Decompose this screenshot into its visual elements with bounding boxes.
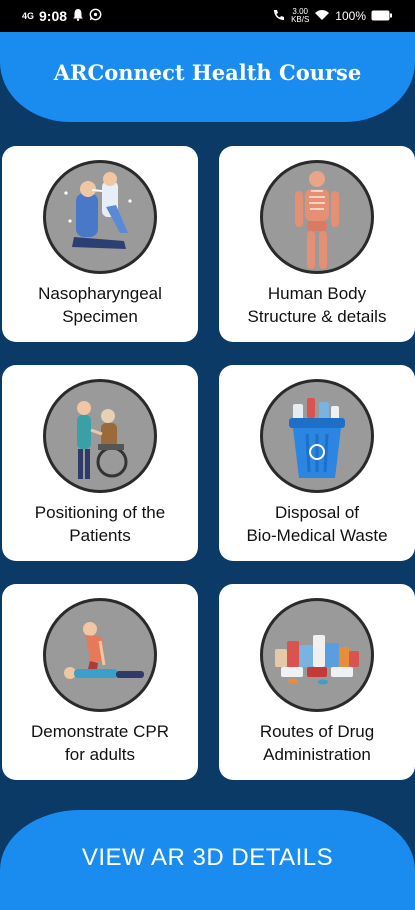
card-label-line1: Routes of Drug xyxy=(259,722,375,741)
skeleton-illustration-icon xyxy=(260,160,374,274)
course-card-cpr-adults[interactable]: Demonstrate CPR for adults xyxy=(2,584,198,780)
card-label-line2: Patients xyxy=(69,526,131,545)
patient-wheelchair-illustration-icon xyxy=(43,379,157,493)
course-card-nasopharyngeal-specimen[interactable]: Nasopharyngeal Specimen xyxy=(2,146,198,342)
course-card-routes-drug-administration[interactable]: Routes of Drug Administration xyxy=(219,584,415,780)
app-header: ARConnect Health Course xyxy=(0,32,415,122)
card-label: Demonstrate CPR for adults xyxy=(5,720,195,766)
card-label-line2: Bio-Medical Waste xyxy=(246,526,388,545)
card-label: Routes of Drug Administration xyxy=(222,720,412,766)
whatsapp-icon xyxy=(89,8,102,24)
card-label-line1: Demonstrate CPR xyxy=(31,722,169,741)
wifi-calling-icon xyxy=(272,8,286,24)
view-ar-3d-details-button[interactable]: VIEW AR 3D DETAILS xyxy=(0,810,415,910)
card-label-line2: for adults xyxy=(65,745,135,764)
card-label-line2: Structure & details xyxy=(247,307,387,326)
card-label-line2: Administration xyxy=(263,745,371,764)
network-speed-unit: KB/S xyxy=(291,15,310,24)
page-title: ARConnect Health Course xyxy=(53,59,362,85)
card-label-line1: Human Body xyxy=(267,284,367,303)
status-bar: 4G 9:08 3.00 KB/S 100% xyxy=(0,0,415,32)
card-label: Human Body Structure & details xyxy=(222,282,412,328)
card-label: Nasopharyngeal Specimen xyxy=(5,282,195,328)
card-label-line2: Specimen xyxy=(62,307,138,326)
card-label: Disposal of Bio-Medical Waste xyxy=(222,501,412,547)
card-label: Positioning of the Patients xyxy=(5,501,195,547)
course-card-biomedical-waste[interactable]: Disposal of Bio-Medical Waste xyxy=(219,365,415,561)
nasal-swab-illustration-icon xyxy=(43,160,157,274)
waste-bin-illustration-icon xyxy=(260,379,374,493)
cpr-illustration-icon xyxy=(43,598,157,712)
wifi-icon xyxy=(314,9,330,24)
notification-bell-icon xyxy=(72,8,84,24)
card-label-line1: Positioning of the xyxy=(34,503,166,522)
battery-percent: 100% xyxy=(335,9,366,23)
clock: 9:08 xyxy=(39,8,68,24)
view-ar-3d-details-label: VIEW AR 3D DETAILS xyxy=(81,844,334,871)
course-card-positioning-patients[interactable]: Positioning of the Patients xyxy=(2,365,198,561)
medicine-bottles-illustration-icon xyxy=(260,598,374,712)
battery-icon xyxy=(371,9,393,24)
card-label-line1: Disposal of xyxy=(274,503,360,522)
card-label-line1: Nasopharyngeal xyxy=(38,284,162,303)
network-speed: 3.00 KB/S xyxy=(291,8,309,24)
course-card-human-body-structure[interactable]: Human Body Structure & details xyxy=(219,146,415,342)
network-indicator: 4G xyxy=(22,11,35,21)
